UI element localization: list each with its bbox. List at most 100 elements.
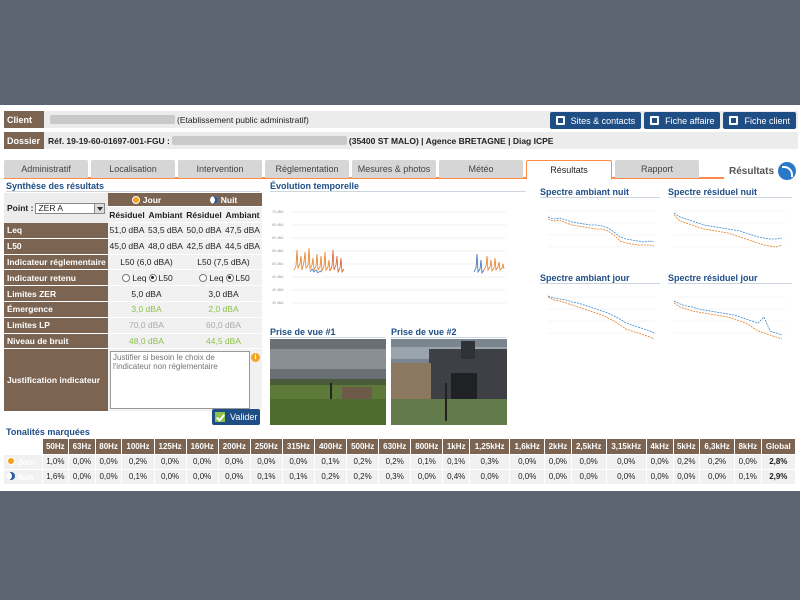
svg-text:65 dBA: 65 dBA — [272, 223, 284, 227]
leq-jour-residuel: 51,0 dBA — [108, 223, 146, 238]
tonalite-jour-cell: 0,0% — [646, 454, 674, 470]
point-label: Point : — [7, 203, 34, 213]
synthesis-title: Synthèse des résultats — [6, 181, 260, 192]
freq-header: 2,5kHz — [571, 439, 607, 455]
freq-header: 100Hz — [121, 439, 155, 455]
freq-header: 2kHz — [544, 439, 572, 455]
tonalite-jour-cell: 2,8% — [761, 454, 797, 470]
spectre-residuel-nuit-svg — [673, 210, 786, 248]
photo-2[interactable] — [391, 339, 507, 425]
freq-header: 200Hz — [218, 439, 251, 455]
dossier-label: Dossier — [4, 132, 44, 149]
rss-icon[interactable] — [778, 162, 796, 180]
tab-meteo[interactable]: Météo — [439, 160, 523, 178]
freq-header: Global — [761, 439, 797, 455]
l50-nuit-ambiant: 44,5 dBA — [223, 238, 262, 254]
section-indicator: Résultats — [729, 162, 796, 180]
spectre-ambiant-jour-chart — [540, 287, 658, 347]
limites-zer-nuit: 3,0 dBA — [185, 286, 262, 301]
tab-resultats[interactable]: Résultats — [526, 160, 612, 180]
limites-lp-jour: 70,0 dBA — [108, 317, 185, 333]
justification-row: Justification indicateur i — [4, 349, 262, 412]
tonalite-nuit-cell: 0,0% — [646, 469, 674, 485]
section-indicator-label: Résultats — [728, 165, 774, 177]
tonalite-nuit-cell: 1,6% — [42, 469, 70, 485]
l50-row: L50 45,0 dBA 48,0 dBA 42,5 dBA 44,5 dBA — [4, 238, 262, 255]
chevron-down-icon — [94, 203, 105, 213]
tonalite-jour-cell: 0,0% — [734, 454, 762, 470]
freq-header: 315Hz — [282, 439, 315, 455]
spectre-ambiant-jour-svg — [547, 295, 656, 340]
residuel-nuit-ref-series — [547, 216, 655, 243]
document-icon — [729, 116, 739, 125]
moon-icon — [7, 471, 15, 480]
leq-jour-ambiant: 53,5 dBA — [146, 223, 185, 238]
valider-button[interactable]: Valider — [212, 409, 260, 425]
header-buttons: Sites & contacts Fiche affaire Fiche cli… — [549, 112, 796, 129]
moon-icon — [209, 195, 218, 204]
tonalite-jour-cell: 0,0% — [509, 454, 546, 470]
tonalite-nuit-cell: 0,1% — [282, 469, 315, 485]
sites-contacts-button[interactable]: Sites & contacts — [549, 112, 642, 129]
sun-icon — [7, 456, 15, 465]
tonalite-nuit-cell: 0,1% — [250, 469, 283, 485]
info-icon[interactable]: i — [251, 353, 260, 363]
tonalite-nuit-cell: 0,0% — [154, 469, 187, 485]
radio-l50-jour[interactable] — [148, 273, 157, 282]
fiche-affaire-button[interactable]: Fiche affaire — [644, 112, 721, 129]
justification-textarea[interactable] — [110, 351, 250, 410]
tonalites-jour-label: Jour — [4, 454, 43, 470]
tonalite-nuit-cell: 0,0% — [218, 469, 251, 485]
tonalite-nuit-cell: 0,1% — [734, 469, 762, 485]
tonalite-nuit-cell: 0,1% — [121, 469, 155, 485]
radio-l50-nuit[interactable] — [225, 273, 234, 282]
point-select[interactable]: ZER A — [35, 202, 106, 214]
document-icon — [650, 116, 660, 125]
tab-mesures-photos[interactable]: Mesures & photos — [352, 160, 436, 178]
tonalite-nuit-cell: 2,9% — [761, 469, 797, 485]
tonalite-nuit-cell: 0,0% — [186, 469, 219, 485]
tab-localisation[interactable]: Localisation — [91, 160, 175, 178]
tonalite-jour-cell: 0,0% — [218, 454, 251, 470]
dossier-location: (35400 ST MALO) | Agence BRETAGNE | Diag… — [348, 135, 554, 146]
freq-header: 1,6kHz — [509, 439, 546, 455]
tab-administratif[interactable]: Administratif — [4, 160, 88, 178]
tonalites-title: Tonalités marquées — [6, 427, 90, 437]
freq-header: 4kHz — [646, 439, 674, 455]
svg-text:55 dBA: 55 dBA — [272, 249, 284, 253]
radio-leq-nuit[interactable] — [199, 273, 208, 282]
dossier-ref: Réf. 19-19-60-01697-001-FGU : — [48, 135, 170, 146]
fiche-client-button[interactable]: Fiche client — [723, 112, 796, 129]
radio-leq-jour[interactable] — [122, 273, 131, 282]
tab-rapport[interactable]: Rapport — [615, 160, 699, 178]
tonalite-nuit-cell: 0,0% — [509, 469, 546, 485]
svg-text:40 dBA: 40 dBA — [272, 288, 284, 292]
emergence-row: Émergence 3,0 dBA 2,0 dBA — [4, 301, 262, 318]
series-jour-line-2 — [329, 249, 345, 274]
tonalite-nuit-cell: 0,4% — [442, 469, 470, 485]
niveau-bruit-nuit: 44,5 dBA — [185, 333, 262, 349]
tonalites-nuit-row: Nuit 1,6% 0,0% 0,0% 0,1% 0,0% 0,0% 0,0% 0,1% 0,1… — [4, 469, 797, 485]
indic-regl-label: Indicateur réglementaire — [4, 254, 108, 270]
photo-1[interactable] — [270, 339, 386, 425]
spectre-residuel-jour-svg — [673, 296, 786, 340]
point-cell: Point : ZER A — [4, 193, 108, 223]
tonalite-jour-cell: 0,0% — [95, 454, 123, 470]
tonalite-nuit-cell: 0,0% — [68, 469, 96, 485]
indic-ret-row: Indicateur retenu Leq L50 Leq L50 — [4, 270, 262, 287]
justification-label: Justification indicateur — [4, 349, 108, 412]
tonalite-nuit-cell: 0,0% — [673, 469, 701, 485]
freq-header: 6,3kHz — [699, 439, 735, 455]
jour-header: Jour — [108, 193, 185, 206]
tonalite-jour-cell: 0,0% — [606, 454, 647, 470]
l50-jour-ambiant: 48,0 dBA — [146, 238, 185, 254]
sun-icon — [131, 195, 140, 204]
niveau-bruit-row: Niveau de bruit 48,0 dBA 44,5 dBA — [4, 333, 262, 350]
freq-header: 160Hz — [186, 439, 219, 455]
tab-reglementation[interactable]: Réglementation — [265, 160, 349, 178]
freq-header: 50Hz — [42, 439, 70, 455]
nuit-header: Nuit — [185, 193, 262, 206]
leq-label: Leq — [4, 223, 108, 238]
freq-header: 630Hz — [378, 439, 412, 455]
tab-intervention[interactable]: Intervention — [178, 160, 262, 178]
